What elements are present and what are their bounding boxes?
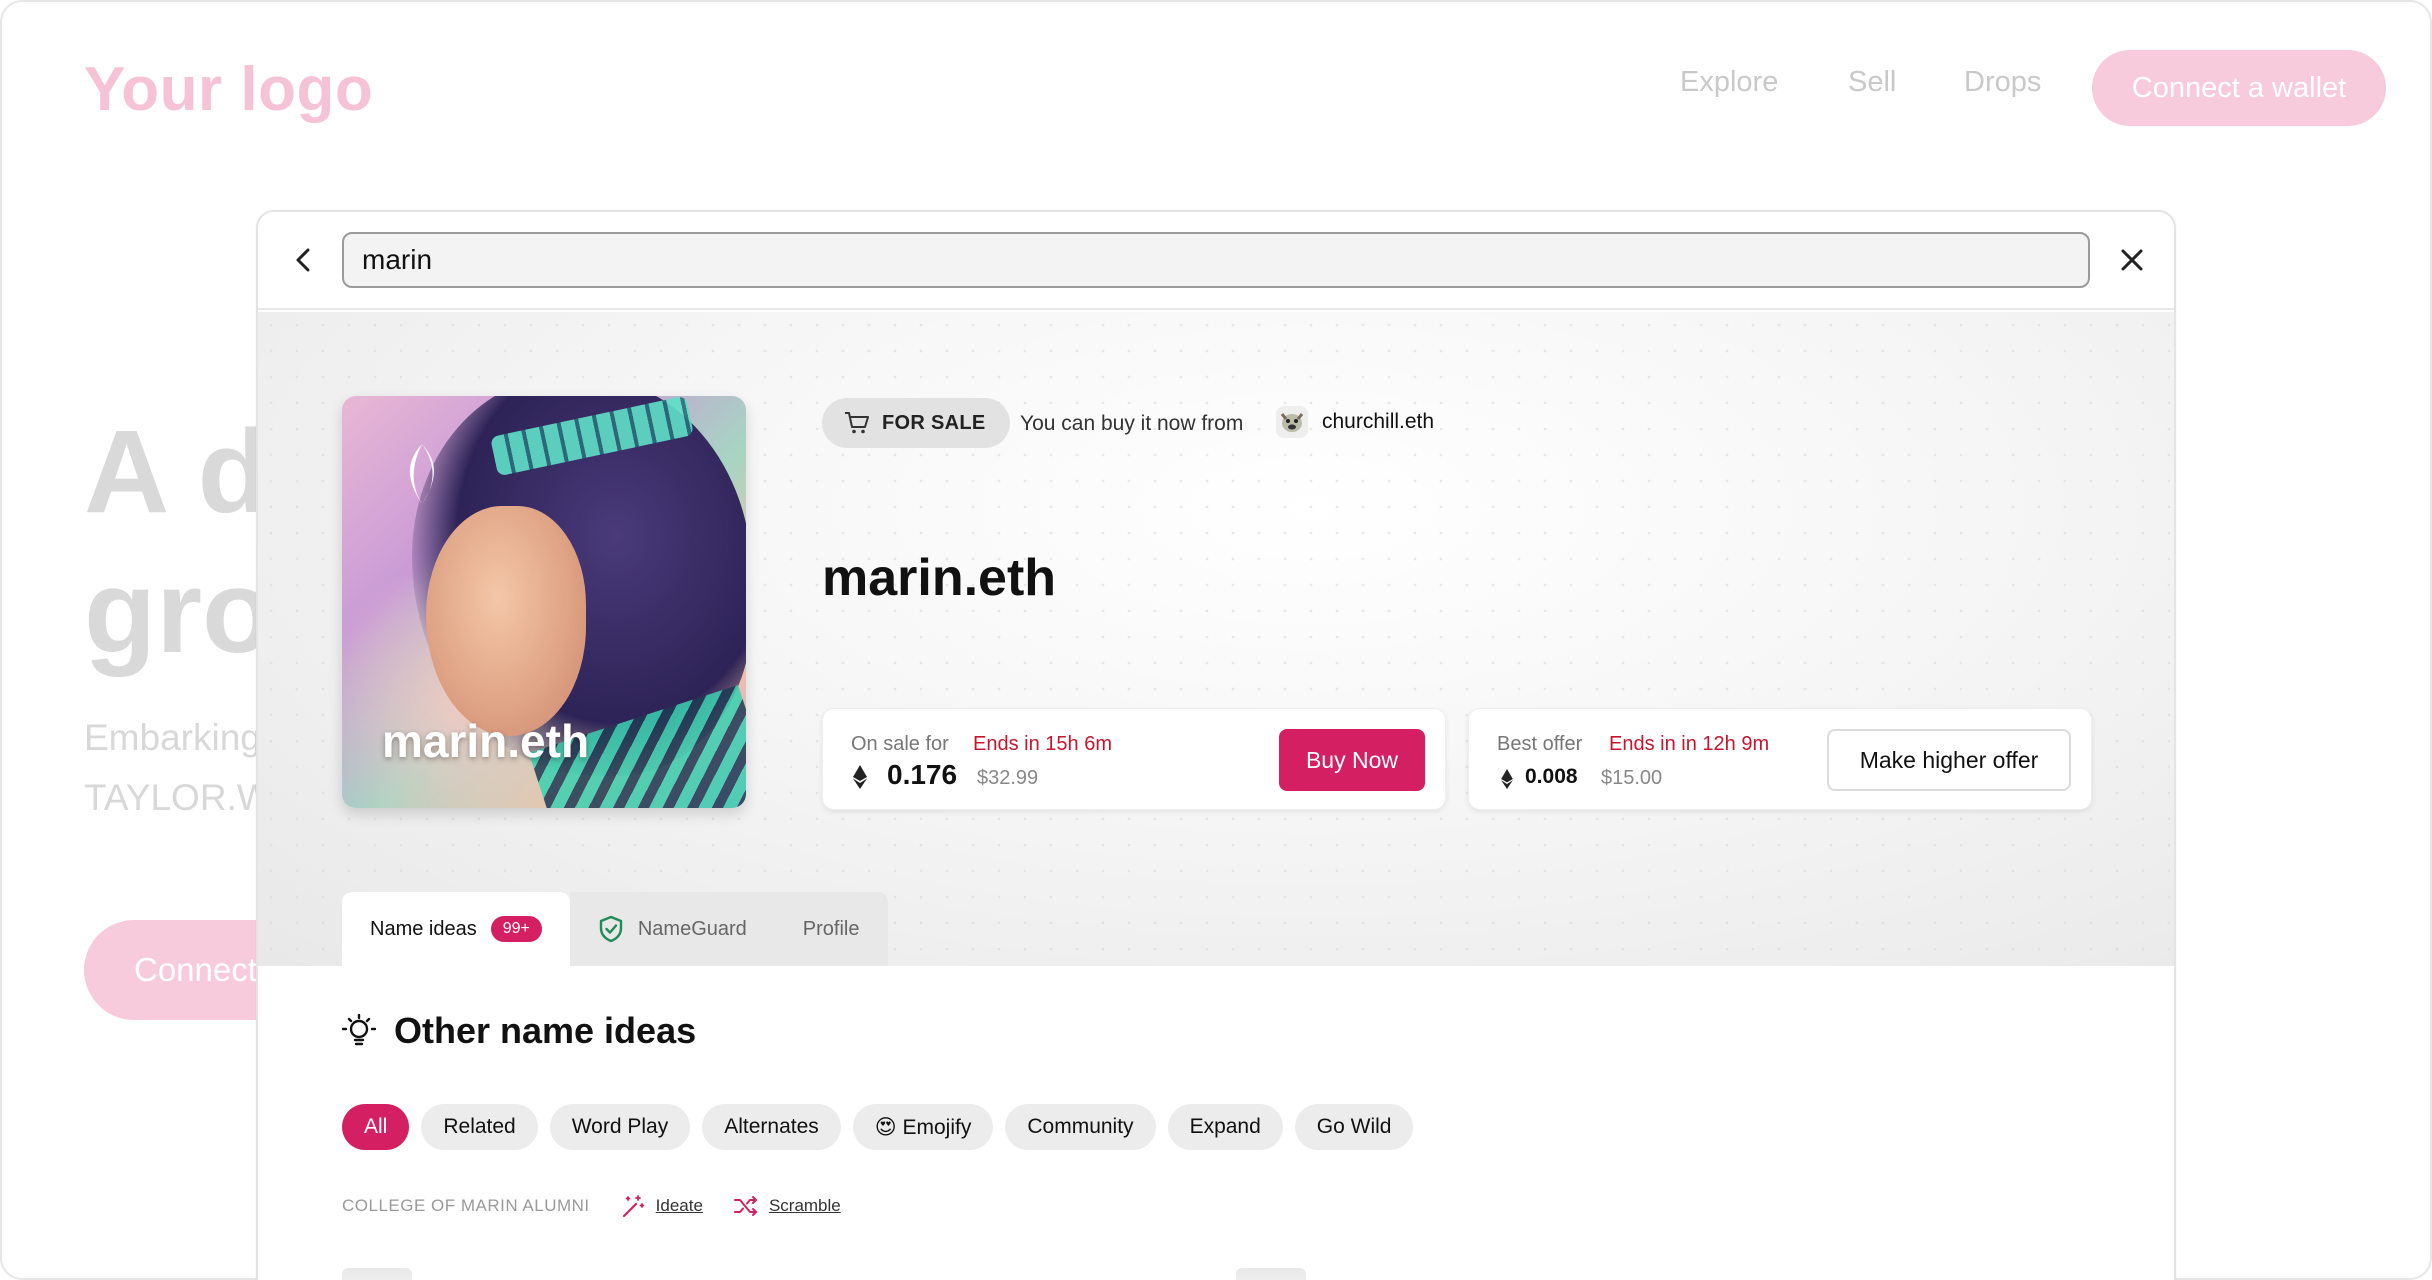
tab-label: Profile xyxy=(802,917,860,940)
offer-amount: 0.008 xyxy=(1525,765,1578,788)
for-sale-badge: FOR SALE xyxy=(822,398,1010,448)
offer-ends: Ends in in 12h 9m xyxy=(1609,733,1770,755)
shield-check-icon xyxy=(599,915,623,943)
idea-card-thumbnail xyxy=(342,1268,412,1280)
search-bar xyxy=(258,212,2174,310)
chip-go-wild[interactable]: Go Wild xyxy=(1294,1104,1414,1150)
tab-label: NameGuard xyxy=(637,917,747,940)
connect-wallet-button: Connect a wallet xyxy=(2092,50,2386,126)
ideas-caption: COLLEGE OF MARIN ALUMNI xyxy=(342,1196,590,1215)
chevron-left-icon[interactable] xyxy=(286,242,322,278)
search-input[interactable] xyxy=(342,232,2090,288)
ideate-link[interactable]: Ideate xyxy=(620,1194,703,1218)
hero-line-1: A d xyxy=(84,406,270,538)
lightbulb-icon xyxy=(342,1014,376,1046)
best-offer-card: Best offer Ends in in 12h 9m 0.008 $15.0… xyxy=(1468,708,2092,810)
logo: Your logo xyxy=(84,55,374,124)
buy-now-button[interactable]: Buy Now xyxy=(1279,729,1425,791)
section-title-text: Other name ideas xyxy=(394,1010,697,1051)
ideate-label: Ideate xyxy=(655,1196,703,1215)
sale-amount: 0.176 xyxy=(887,759,958,790)
sale-usd: $32.99 xyxy=(977,767,1039,789)
tab-nameguard[interactable]: NameGuard xyxy=(569,892,775,966)
name-ideas-section: Other name ideas All Related Word Play A… xyxy=(258,968,2174,1280)
hero-sub-line-2: TAYLOR.W xyxy=(84,777,272,818)
sale-ends: Ends in 15h 6m xyxy=(973,733,1112,755)
section-title: Other name ideas xyxy=(342,1010,696,1052)
chip-all[interactable]: All xyxy=(342,1104,410,1150)
nav-drops: Drops xyxy=(1964,66,2042,98)
offer-usd: $15.00 xyxy=(1601,767,1663,789)
eth-icon xyxy=(853,765,867,789)
idea-card-thumbnail xyxy=(1236,1268,1306,1280)
owner-avatar xyxy=(1276,406,1308,438)
idea-filter-chips: All Related Word Play Alternates 😍 Emoji… xyxy=(342,1104,1414,1150)
nav-explore: Explore xyxy=(1680,66,1779,98)
hero-line-2: gro xyxy=(84,546,275,678)
search-modal: marin.eth FOR SALE You can buy it now fr… xyxy=(256,210,2176,1280)
tab-label: Name ideas xyxy=(370,917,477,940)
sale-label: On sale for xyxy=(851,733,949,755)
ideas-meta-row: COLLEGE OF MARIN ALUMNI Ideate Scramble xyxy=(342,1194,841,1218)
domain-title: marin.eth xyxy=(822,549,1057,607)
hero-subtitle: Embarking TAYLOR.W xyxy=(84,708,284,828)
image-domain-label: marin.eth xyxy=(382,715,590,767)
nav-sell: Sell xyxy=(1848,66,1897,98)
sale-price-card: On sale for Ends in 15h 6m 0.176 $32.99 … xyxy=(822,708,1446,810)
make-higher-offer-button[interactable]: Make higher offer xyxy=(1827,729,2071,791)
chip-word-play[interactable]: Word Play xyxy=(549,1104,691,1150)
listing-tabs: Name ideas 99+ NameGuard Profile xyxy=(342,892,888,966)
owner-link[interactable]: churchill.eth xyxy=(1276,406,1434,438)
chip-expand[interactable]: Expand xyxy=(1167,1104,1283,1150)
close-icon[interactable] xyxy=(2114,242,2150,278)
tab-name-ideas[interactable]: Name ideas 99+ xyxy=(342,892,570,966)
offer-label: Best offer xyxy=(1497,733,1583,755)
chip-community[interactable]: Community xyxy=(1005,1104,1156,1150)
shuffle-icon xyxy=(733,1196,757,1216)
buy-now-text: You can buy it now from xyxy=(1020,412,1244,435)
tab-profile[interactable]: Profile xyxy=(774,892,888,966)
cart-icon xyxy=(845,412,869,434)
eth-icon xyxy=(1501,769,1513,789)
hero-sub-line-1: Embarking xyxy=(84,717,261,758)
for-sale-label: FOR SALE xyxy=(882,411,986,434)
magic-wand-icon xyxy=(622,1195,645,1218)
chip-related[interactable]: Related xyxy=(421,1104,538,1150)
listing-hero: marin.eth FOR SALE You can buy it now fr… xyxy=(258,312,2174,966)
chip-emojify[interactable]: 😍 Emojify xyxy=(852,1104,994,1150)
scramble-label: Scramble xyxy=(768,1196,841,1215)
owner-name: churchill.eth xyxy=(1322,410,1435,433)
scramble-link[interactable]: Scramble xyxy=(733,1194,841,1218)
hero-heading: A d gro xyxy=(84,402,284,682)
ens-logo-icon xyxy=(409,444,435,504)
chip-alternates[interactable]: Alternates xyxy=(702,1104,841,1150)
name-avatar-image: marin.eth xyxy=(342,396,746,808)
count-badge: 99+ xyxy=(490,916,542,942)
